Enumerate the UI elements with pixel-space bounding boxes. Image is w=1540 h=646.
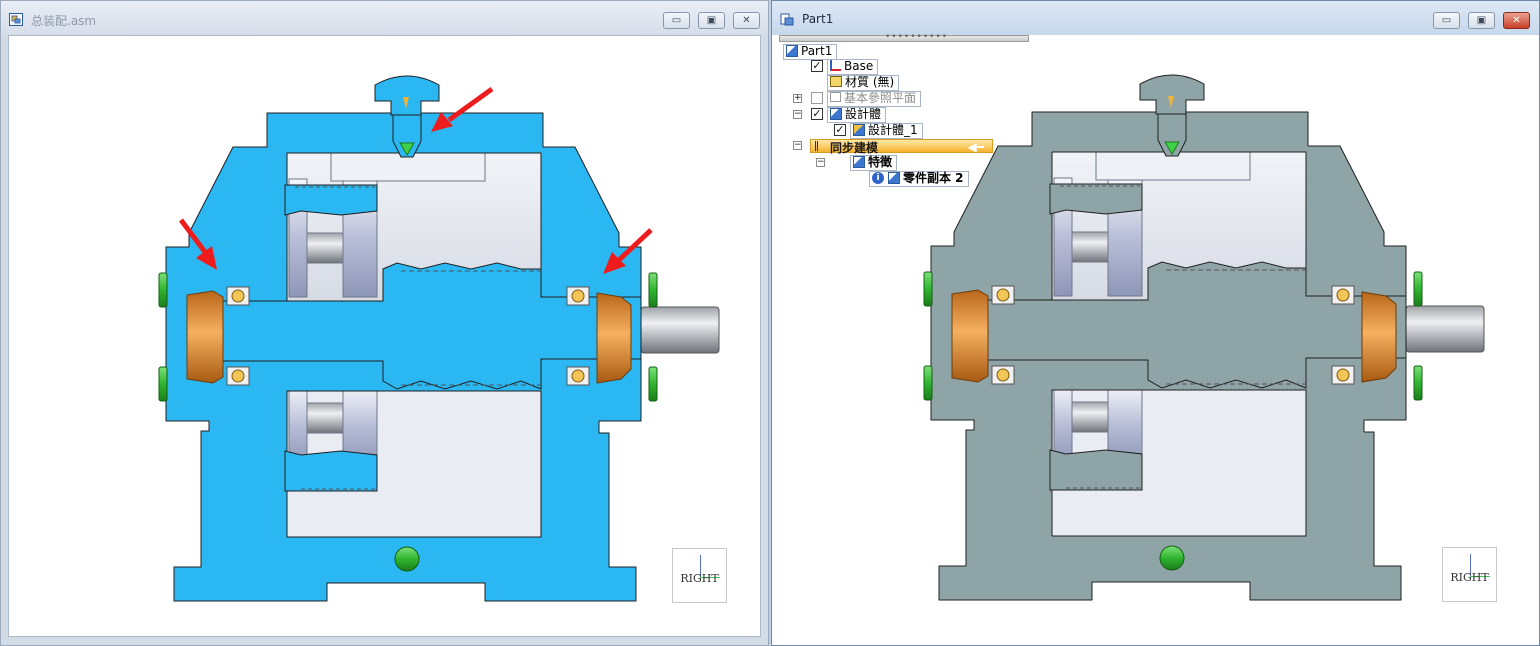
checkbox-design-bodies[interactable]: ✓ [811,108,823,120]
view-orientation-cube[interactable]: RIGHT [672,548,727,603]
checkbox-base[interactable]: ✓ [811,60,823,72]
assembly-section-view [158,75,720,602]
close-button[interactable]: ✕ [733,12,760,29]
assembly-viewport[interactable]: RIGHT [8,35,761,637]
pathfinder-tree[interactable]: Part1 ✓ Base 材質 (無) + 基本參照平面 − ✓ 設計體 ✓ 設… [772,35,1032,195]
tree-label-material: 材質 (無) [845,75,895,89]
view-orientation-cube[interactable]: RIGHT [1442,547,1497,602]
tree-label-features: 特徵 [868,155,893,169]
design-bodies-icon [830,108,842,120]
reference-plane-icon [830,92,841,102]
features-icon [853,156,865,168]
tree-node-features[interactable]: 特徵 [850,155,898,171]
restore-button[interactable]: ▣ [1468,12,1495,29]
part-titlebar[interactable]: Part1 ▭ ▣ ✕ [772,1,1539,35]
expander-features[interactable]: − [816,158,825,167]
tree-node-sync-modeling[interactable]: 同步建模 ◀━ [810,139,993,155]
assembly-doc-icon [9,13,23,26]
assembly-window-title: 总装配.asm [31,14,97,28]
part-window[interactable]: Part1 ▭ ▣ ✕ •••••••••• Part1 ✓ Base 材質 (… [771,0,1540,646]
tree-label-ref-planes: 基本參照平面 [844,91,917,105]
tree-node-material[interactable]: 材質 (無) [827,75,900,91]
tree-label-base: Base [844,59,874,73]
part-viewport[interactable]: •••••••••• Part1 ✓ Base 材質 (無) + 基本參照平面 … [772,32,1539,645]
material-icon [830,76,842,87]
checkbox-ref-planes[interactable] [811,92,823,104]
close-button[interactable]: ✕ [1503,12,1530,29]
checkbox-design-body-1[interactable]: ✓ [834,124,846,136]
part-doc-icon [780,13,794,26]
tree-node-base[interactable]: Base [827,59,879,75]
part-window-title: Part1 [802,12,834,26]
body-icon [853,124,865,136]
view-orientation-label: RIGHT [680,572,719,585]
part-copy-icon [888,172,900,184]
assembly-window[interactable]: 总装配.asm ▭ ▣ ✕ RIGHT [0,0,769,646]
tree-node-design-body-1[interactable]: 設計體_1 [850,123,923,139]
restore-button[interactable]: ▣ [698,12,725,29]
tree-label-part-copy: 零件副本 2 [903,171,964,185]
tree-node-part-copy[interactable]: i 零件副本 2 [869,171,969,187]
tree-label-design-body-1: 設計體_1 [868,123,918,137]
tree-node-part1[interactable]: Part1 [783,44,838,60]
tree-label-part1: Part1 [801,44,833,58]
expander-sync-modeling[interactable]: − [793,141,802,150]
coordinate-system-icon [830,60,841,71]
tree-label-design-bodies: 設計體 [845,107,882,121]
tree-node-ref-planes[interactable]: 基本參照平面 [827,91,922,107]
minimize-button[interactable]: ▭ [663,12,690,29]
assembly-titlebar[interactable]: 总装配.asm ▭ ▣ ✕ [1,1,768,35]
current-step-arrow-icon: ◀━ [967,140,984,154]
tree-label-sync-modeling: 同步建模 [830,141,879,155]
minimize-button[interactable]: ▭ [1433,12,1460,29]
part-icon [786,45,798,57]
expander-ref-planes[interactable]: + [793,94,802,103]
sync-modeling-icon [815,141,827,151]
tree-node-design-bodies[interactable]: 設計體 [827,107,887,123]
assembly-gearbox-section [158,75,720,602]
info-icon: i [872,172,884,184]
view-orientation-label: RIGHT [1450,571,1489,584]
expander-design-bodies[interactable]: − [793,110,802,119]
